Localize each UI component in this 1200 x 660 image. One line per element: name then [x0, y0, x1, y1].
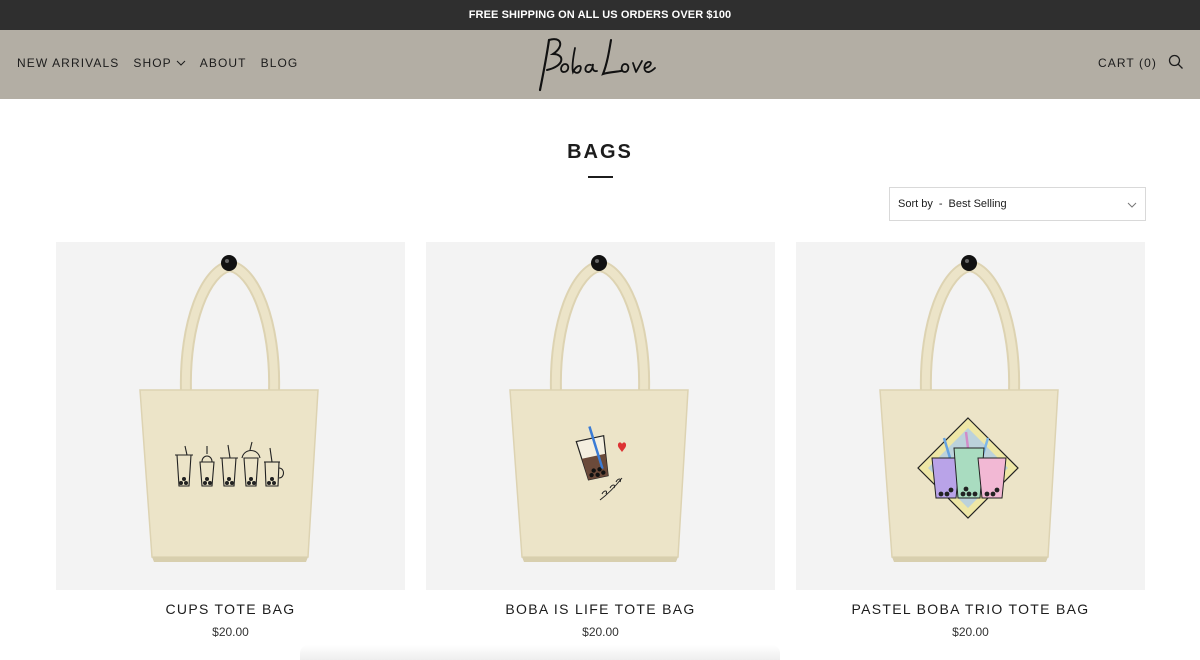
product-name[interactable]: CUPS TOTE BAG — [56, 601, 405, 617]
nav-blog-label: BLOG — [260, 56, 299, 70]
nav-about[interactable]: ABOUT — [200, 56, 247, 70]
product-card[interactable]: BOBA IS LIFE TOTE BAG $20.00 — [426, 242, 775, 639]
product-image[interactable] — [56, 242, 405, 590]
chevron-down-icon — [176, 60, 186, 66]
main-nav: NEW ARRIVALS SHOP ABOUT BLOG — [17, 56, 298, 70]
nav-blog[interactable]: BLOG — [261, 56, 299, 70]
product-name[interactable]: PASTEL BOBA TRIO TOTE BAG — [796, 601, 1145, 617]
nav-new-arrivals-label: NEW ARRIVALS — [17, 56, 120, 70]
nav-shop-label: SHOP — [133, 56, 172, 70]
page-title: BAGS — [567, 141, 633, 163]
announcement-bar: FREE SHIPPING ON ALL US ORDERS OVER $100 — [0, 0, 1200, 30]
cart-link[interactable]: CART (0) — [1098, 56, 1157, 70]
product-price: $20.00 — [582, 625, 619, 639]
nav-shop[interactable]: SHOP — [133, 56, 186, 70]
product-name[interactable]: BOBA IS LIFE TOTE BAG — [426, 601, 775, 617]
product-card[interactable]: CUPS TOTE BAG $20.00 — [56, 242, 405, 639]
brand-logo[interactable] — [535, 34, 660, 96]
sort-label: Sort by — [898, 198, 933, 210]
chevron-down-icon — [1127, 202, 1137, 208]
nav-about-label: ABOUT — [199, 56, 247, 70]
product-price: $20.00 — [212, 625, 249, 639]
product-price: $20.00 — [952, 625, 989, 639]
tote-bag-image — [509, 255, 689, 562]
product-image[interactable] — [796, 242, 1145, 590]
search-icon[interactable] — [1168, 54, 1184, 70]
product-card[interactable]: PASTEL BOBA TRIO TOTE BAG $20.00 — [796, 242, 1145, 639]
announcement-text: FREE SHIPPING ON ALL US ORDERS OVER $100 — [468, 9, 732, 21]
tote-bag-image — [139, 255, 319, 562]
product-image[interactable] — [426, 242, 775, 590]
sort-separator: - — [938, 198, 943, 210]
bottom-overlay — [300, 645, 780, 660]
sort-value: Best Selling — [948, 198, 1007, 210]
sort-select[interactable]: Sort by - Best Selling — [889, 187, 1146, 221]
tote-bag-image — [879, 255, 1059, 562]
title-divider — [588, 176, 613, 178]
nav-new-arrivals[interactable]: NEW ARRIVALS — [17, 56, 119, 70]
site-header: NEW ARRIVALS SHOP ABOUT BLOG CART (0) — [0, 30, 1200, 99]
